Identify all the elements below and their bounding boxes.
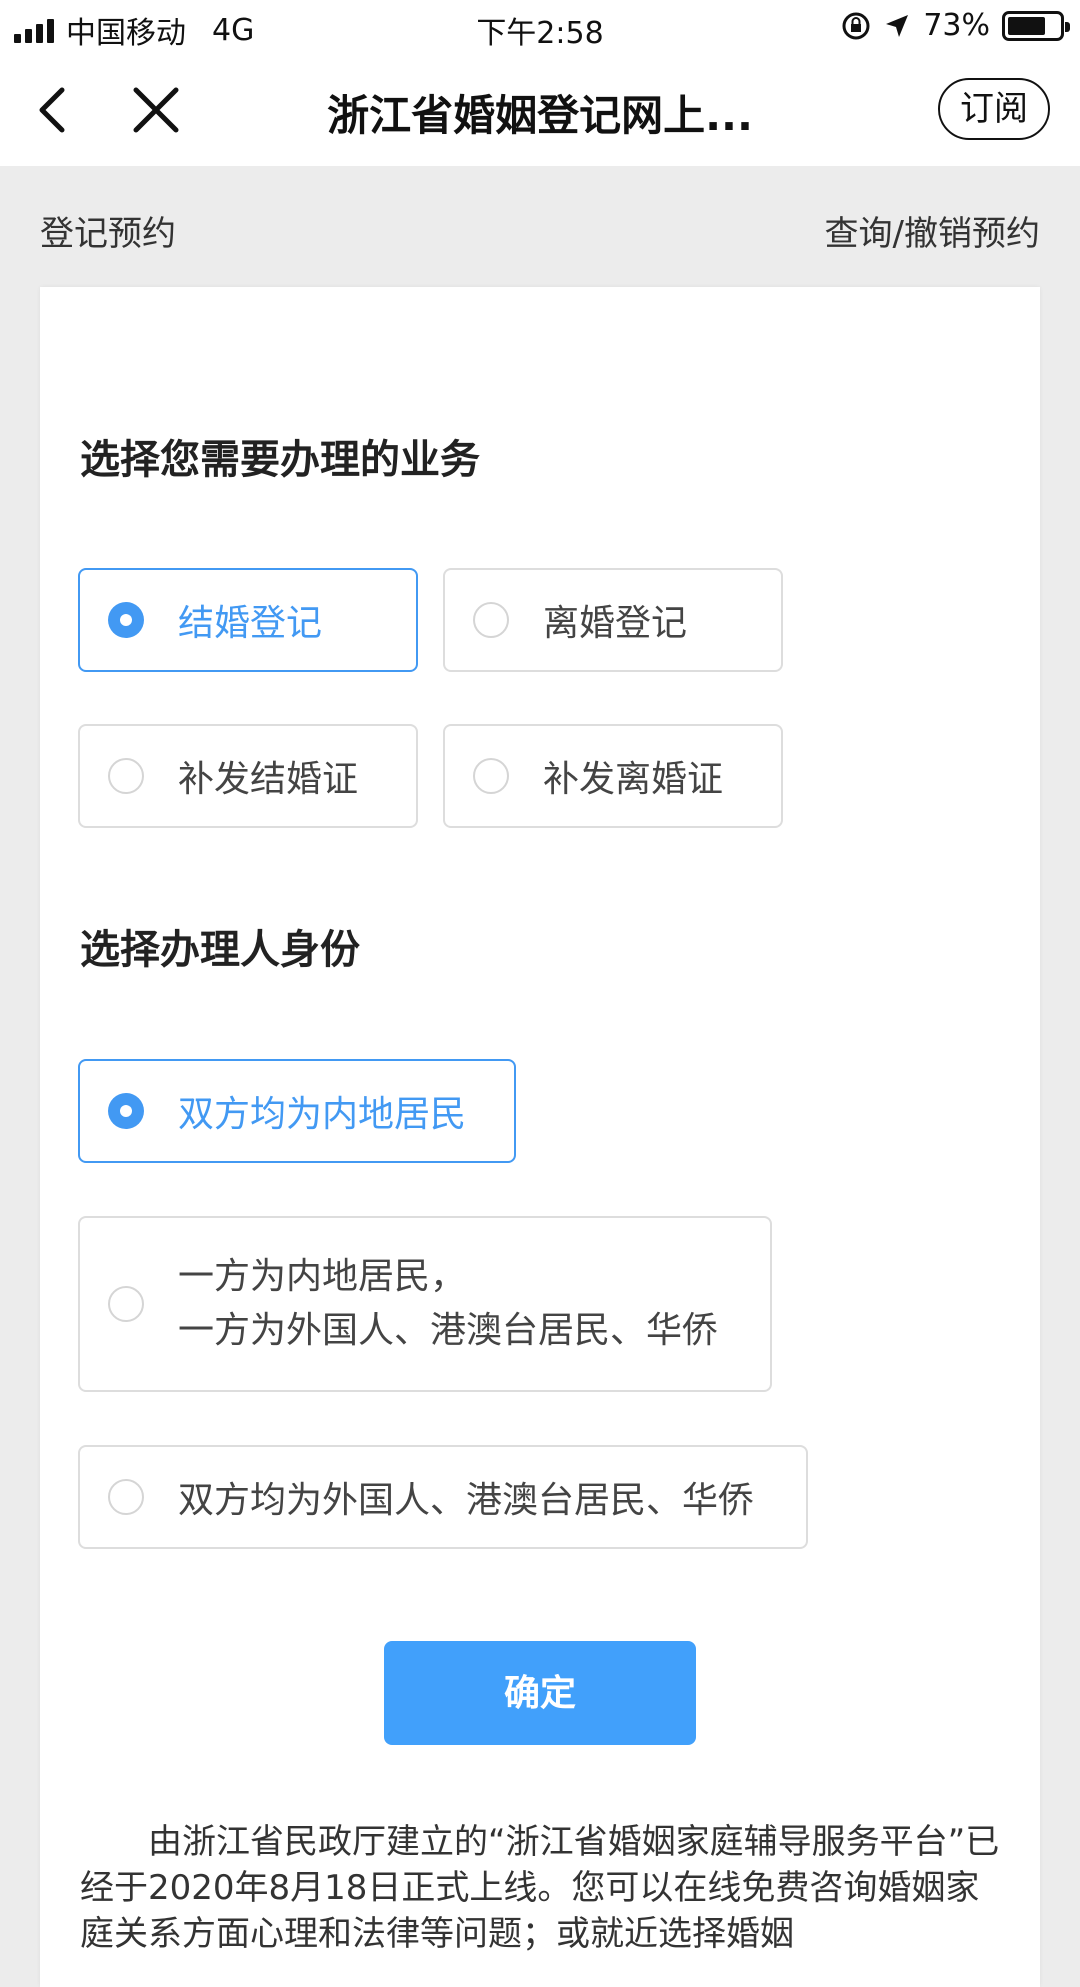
option-reissue-divorce-certificate[interactable]: 补发离婚证 (443, 724, 783, 828)
option-reissue-marriage-certificate[interactable]: 补发结婚证 (78, 724, 418, 828)
option-label: 结婚登记 (178, 603, 323, 644)
status-right: 73% (841, 8, 1070, 43)
radio-icon (108, 1286, 144, 1322)
option-label: 双方均为外国人、港澳台居民、华侨 (178, 1480, 755, 1521)
radio-icon (108, 758, 144, 794)
battery-percent: 73% (923, 8, 990, 43)
option-label-line2: 一方为外国人、港澳台居民、华侨 (178, 1310, 719, 1351)
option-one-mainland-one-foreign[interactable]: 一方为内地居民， 一方为外国人、港澳台居民、华侨 (78, 1216, 772, 1392)
radio-icon (473, 758, 509, 794)
option-both-foreign[interactable]: 双方均为外国人、港澳台居民、华侨 (78, 1445, 808, 1549)
tab-row: 登记预约 查询/撤销预约 (0, 166, 1080, 286)
tab-register-appointment[interactable]: 登记预约 (40, 206, 176, 255)
tab-query-cancel-appointment[interactable]: 查询/撤销预约 (825, 206, 1040, 255)
option-label: 一方为内地居民， 一方为外国人、港澳台居民、华侨 (178, 1250, 718, 1358)
location-arrow-icon (886, 14, 909, 37)
back-arrow-icon[interactable] (24, 80, 84, 140)
radio-icon (108, 602, 144, 638)
form-card: 选择您需要办理的业务 结婚登记 离婚登记 补发结婚证 补发离婚证 选择办理人身份… (40, 287, 1040, 1987)
option-label: 离婚登记 (543, 603, 688, 644)
battery-icon (1002, 10, 1070, 41)
page-title: 浙江省婚姻登记网上... (327, 91, 753, 140)
battery-fill (1008, 16, 1045, 35)
option-label: 补发结婚证 (178, 759, 359, 800)
status-bar: 中国移动 4G 下午2:58 73% (0, 0, 1080, 54)
radio-icon (108, 1479, 144, 1515)
nav-bar: 浙江省婚姻登记网上... 订阅 (0, 54, 1080, 166)
option-label: 双方均为内地居民 (178, 1094, 467, 1135)
orientation-lock-icon (842, 12, 870, 39)
confirm-button[interactable]: 确定 (384, 1641, 696, 1745)
option-both-mainland[interactable]: 双方均为内地居民 (78, 1059, 516, 1163)
option-label-line1: 一方为内地居民， (178, 1256, 467, 1297)
identity-section-title: 选择办理人身份 (80, 927, 360, 973)
platform-notice: 由浙江省民政厅建立的“浙江省婚姻家庭辅导服务平台”已经于2020年8月18日正式… (80, 1822, 1000, 1954)
radio-icon (108, 1093, 144, 1129)
option-label: 补发离婚证 (543, 759, 724, 800)
close-icon[interactable] (126, 80, 186, 140)
subscribe-button[interactable]: 订阅 (938, 78, 1050, 140)
option-marriage-registration[interactable]: 结婚登记 (78, 568, 418, 672)
business-section-title: 选择您需要办理的业务 (80, 437, 480, 483)
radio-icon (473, 602, 509, 638)
option-divorce-registration[interactable]: 离婚登记 (443, 568, 783, 672)
